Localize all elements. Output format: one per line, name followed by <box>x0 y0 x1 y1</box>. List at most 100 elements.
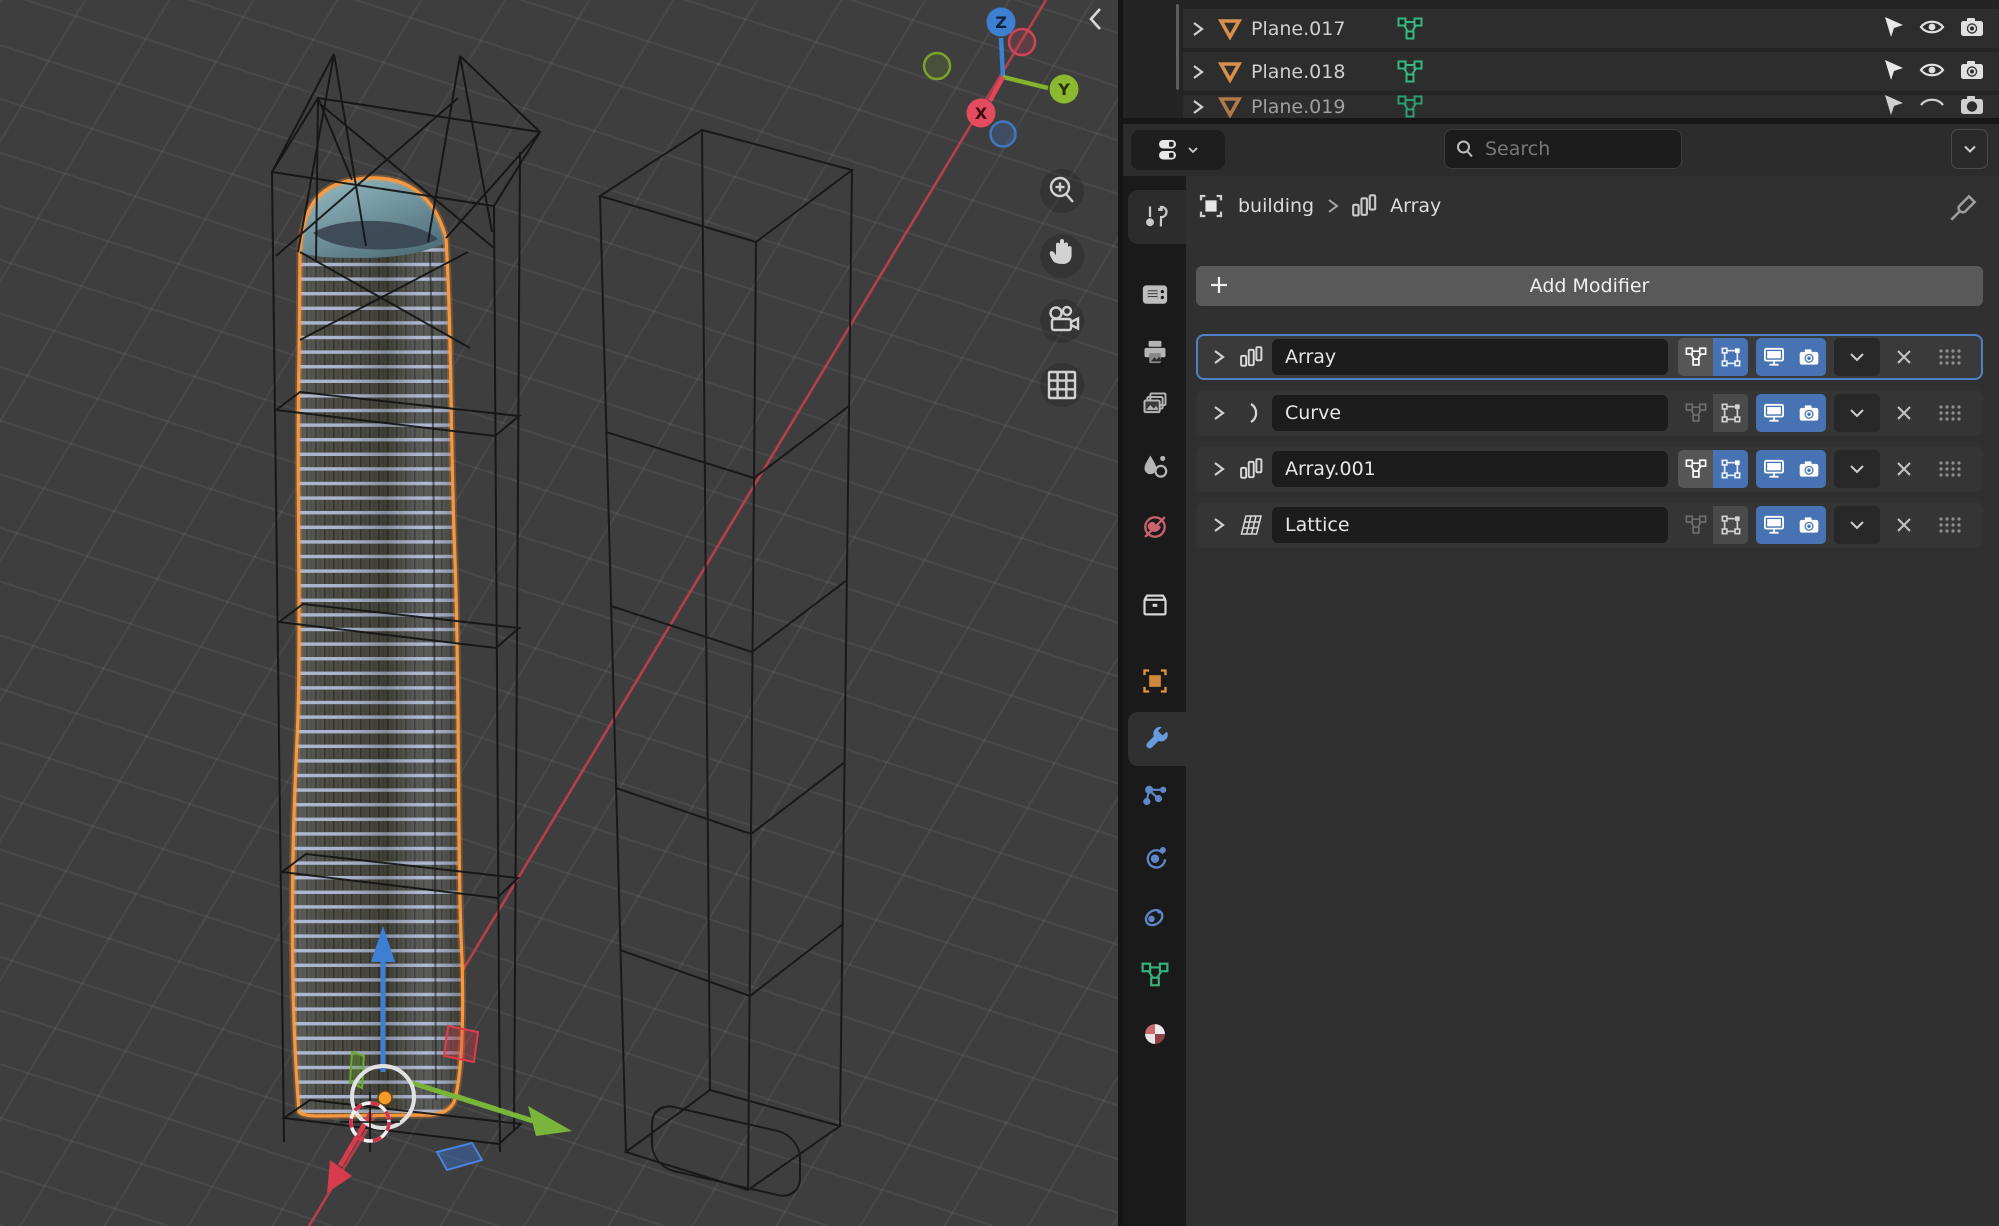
nav-gizmo[interactable]: Z Y X <box>924 8 1079 147</box>
gizmo-plane-handle-blue[interactable] <box>437 1143 482 1170</box>
tab-scene[interactable] <box>1123 439 1186 493</box>
tab-world[interactable] <box>1123 500 1186 554</box>
breadcrumb-modifier-label[interactable]: Array <box>1390 195 1441 217</box>
search-input[interactable] <box>1483 137 1643 161</box>
tab-view-layer[interactable] <box>1123 377 1186 431</box>
tab-object[interactable] <box>1123 654 1186 708</box>
expand-chevron-icon[interactable] <box>1183 62 1213 82</box>
breadcrumb-object-label[interactable]: building <box>1238 195 1314 217</box>
expand-chevron-icon[interactable] <box>1206 516 1232 534</box>
edit-mode-toggle[interactable] <box>1713 338 1748 376</box>
visibility-eye-icon[interactable] <box>1919 17 1945 41</box>
outliner-scrollbar[interactable] <box>1176 4 1179 90</box>
visibility-eye-icon[interactable] <box>1919 60 1945 84</box>
realtime-display-toggle[interactable] <box>1756 506 1791 544</box>
tab-output[interactable] <box>1123 325 1186 379</box>
expand-chevron-icon[interactable] <box>1183 97 1213 117</box>
modifier-name-field[interactable]: Curve <box>1272 395 1668 431</box>
on-cage-toggle[interactable] <box>1678 394 1713 432</box>
drag-handle[interactable] <box>1934 516 1966 534</box>
render-visibility-camera-icon[interactable] <box>1959 59 1985 85</box>
delete-modifier-icon[interactable] <box>1890 348 1918 366</box>
modifier-row-lattice[interactable]: Lattice <box>1196 502 1983 548</box>
drag-handle[interactable] <box>1934 404 1966 422</box>
object-name-label[interactable]: Plane.018 <box>1251 61 1345 83</box>
modifier-extras-dropdown[interactable] <box>1834 394 1880 432</box>
properties-search[interactable] <box>1444 129 1682 169</box>
render-visibility-camera-icon[interactable] <box>1959 16 1985 42</box>
tab-physics[interactable] <box>1123 830 1186 884</box>
render-toggle[interactable] <box>1791 338 1826 376</box>
pin-id-icon[interactable] <box>1947 190 1981 228</box>
wireframe-tower[interactable] <box>600 130 852 1200</box>
selectable-toggle-icon[interactable] <box>1883 95 1905 118</box>
outliner-row-plane018[interactable]: Plane.018 <box>1183 52 1999 91</box>
tab-tool[interactable] <box>1128 190 1186 244</box>
modifier-extras-dropdown[interactable] <box>1834 506 1880 544</box>
selectable-toggle-icon[interactable] <box>1883 59 1905 85</box>
drag-handle[interactable] <box>1934 460 1966 478</box>
modifier-extras-dropdown[interactable] <box>1834 450 1880 488</box>
nav-axis-neg-z[interactable] <box>991 122 1016 147</box>
header-options-dropdown[interactable] <box>1951 129 1988 169</box>
delete-modifier-icon[interactable] <box>1890 404 1918 422</box>
modifier-row-array001[interactable]: Array.001 <box>1196 446 1983 492</box>
modifier-row-curve[interactable]: Curve <box>1196 390 1983 436</box>
on-cage-toggle[interactable] <box>1678 506 1713 544</box>
object-name-label[interactable]: Plane.017 <box>1251 18 1345 40</box>
on-cage-toggle[interactable] <box>1678 450 1713 488</box>
edit-mode-toggle[interactable] <box>1713 506 1748 544</box>
render-toggle[interactable] <box>1791 506 1826 544</box>
outliner-row-plane019[interactable]: Plane.019 <box>1183 95 1999 118</box>
modifier-row-array[interactable]: Array <box>1196 334 1983 380</box>
tool-icon <box>1143 203 1171 231</box>
tab-render[interactable] <box>1123 267 1186 321</box>
modifier-name-field[interactable]: Array.001 <box>1272 451 1668 487</box>
render-toggle[interactable] <box>1791 450 1826 488</box>
expand-chevron-icon[interactable] <box>1183 19 1213 39</box>
expand-chevron-icon[interactable] <box>1206 460 1232 478</box>
expand-chevron-icon[interactable] <box>1206 348 1232 366</box>
tab-constraints[interactable] <box>1123 889 1186 943</box>
nav-axis-neg-y[interactable] <box>924 53 950 79</box>
delete-modifier-icon[interactable] <box>1890 516 1918 534</box>
render-visibility-camera-icon[interactable] <box>1959 95 1985 118</box>
tab-collection[interactable] <box>1123 578 1186 632</box>
selectable-toggle-icon[interactable] <box>1883 16 1905 42</box>
object-name-label[interactable]: Plane.019 <box>1251 96 1345 118</box>
tab-object-data[interactable] <box>1123 948 1186 1002</box>
modifier-name-field[interactable]: Lattice <box>1272 507 1668 543</box>
editor-type-button[interactable] <box>1131 130 1225 170</box>
mesh-data-icon[interactable] <box>1397 95 1423 118</box>
tab-material[interactable] <box>1123 1007 1186 1061</box>
object-constraints-icon <box>1141 902 1169 930</box>
outliner-row-plane017[interactable]: Plane.017 <box>1183 9 1999 48</box>
zoom-button-bg[interactable] <box>1040 169 1084 213</box>
mesh-data-icon[interactable] <box>1397 60 1423 84</box>
realtime-display-toggle[interactable] <box>1756 338 1791 376</box>
edit-mode-toggle[interactable] <box>1713 450 1748 488</box>
expand-chevron-icon[interactable] <box>1206 404 1232 422</box>
modifier-name-field[interactable]: Array <box>1272 339 1668 375</box>
array-modifier-icon <box>1232 458 1272 480</box>
visibility-eye-icon[interactable] <box>1919 95 1945 118</box>
viewport-3d[interactable]: Z Y X <box>0 0 1118 1226</box>
object-breadcrumb-icon[interactable] <box>1196 191 1226 221</box>
realtime-display-toggle[interactable] <box>1756 450 1791 488</box>
render-toggle[interactable] <box>1791 394 1826 432</box>
edit-mode-toggle[interactable] <box>1713 394 1748 432</box>
modifier-extras-dropdown[interactable] <box>1834 338 1880 376</box>
delete-modifier-icon[interactable] <box>1890 460 1918 478</box>
mesh-data-icon[interactable] <box>1397 17 1423 41</box>
tab-particles[interactable] <box>1123 771 1186 825</box>
drag-handle[interactable] <box>1934 348 1966 366</box>
grid-ortho-button-bg[interactable] <box>1040 363 1084 407</box>
realtime-display-toggle[interactable] <box>1756 394 1791 432</box>
building-model[interactable] <box>292 178 462 1116</box>
gizmo-plane-handle-red[interactable] <box>444 1026 478 1062</box>
tab-modifiers[interactable] <box>1128 712 1186 766</box>
nav-axis-neg-x[interactable] <box>1009 29 1035 55</box>
add-modifier-button[interactable]: Add Modifier <box>1196 266 1983 306</box>
on-cage-toggle[interactable] <box>1678 338 1713 376</box>
collapse-panel-icon[interactable] <box>1091 9 1100 29</box>
